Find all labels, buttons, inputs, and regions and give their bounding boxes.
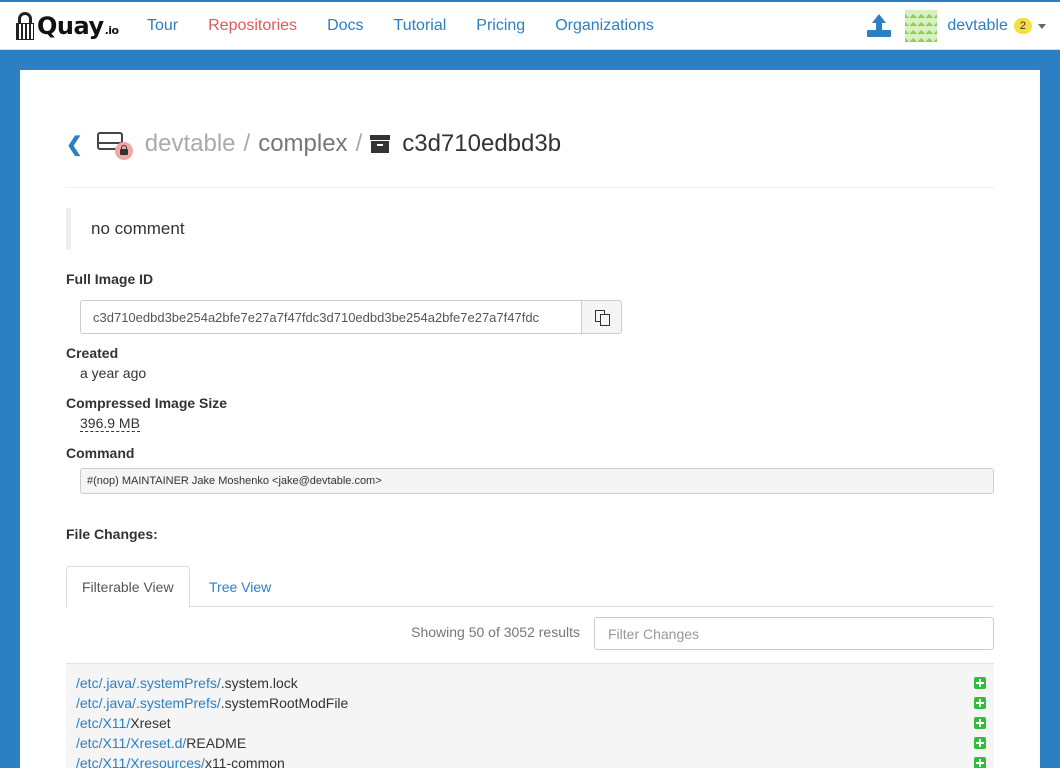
breadcrumb-repository[interactable]: complex xyxy=(258,130,347,158)
list-item: / etc / .java / .systemPrefs / .systemRootModFi… xyxy=(76,693,986,713)
path-segment[interactable]: .systemPrefs xyxy=(136,695,217,711)
username-link[interactable]: devtable xyxy=(947,17,1008,35)
path-segment[interactable]: .java xyxy=(102,695,132,711)
nav-organizations[interactable]: Organizations xyxy=(540,17,669,35)
full-image-id-label: Full Image ID xyxy=(66,271,154,287)
path-segment[interactable]: X11 xyxy=(102,735,126,751)
chevron-down-icon[interactable] xyxy=(1038,23,1046,29)
header-divider xyxy=(66,187,994,188)
path-segment[interactable]: etc xyxy=(80,735,99,751)
plus-square-icon xyxy=(974,737,986,749)
command-label: Command xyxy=(66,445,135,461)
view-tabs: Filterable View Tree View xyxy=(66,566,994,608)
path-leaf: .systemRootModFile xyxy=(220,695,349,711)
private-repo-icon xyxy=(96,128,133,160)
plus-square-icon xyxy=(974,717,986,729)
full-image-id-group: c3d710edbd3be254a2bfe7e27a7f47fdc3d710ed… xyxy=(80,300,622,334)
list-item: / etc / .java / .systemPrefs / .system.lock xyxy=(76,673,986,693)
nav-repositories[interactable]: Repositories xyxy=(193,17,312,35)
path-segment[interactable]: X11 xyxy=(102,715,126,731)
list-item: / etc / X11/Xresources / x11-common xyxy=(76,753,986,768)
path-segment[interactable]: Xreset.d xyxy=(130,735,182,751)
page-title: c3d710edbd3b xyxy=(402,130,562,157)
breadcrumb-separator: / xyxy=(355,130,363,157)
plus-square-icon xyxy=(974,697,986,709)
path-segment[interactable]: .systemPrefs xyxy=(136,675,217,691)
quay-logo[interactable]: Quay.io xyxy=(16,8,119,44)
path-segment[interactable]: etc xyxy=(80,755,99,768)
results-count: Showing 50 of 3052 results xyxy=(411,624,580,640)
nav-tutorial[interactable]: Tutorial xyxy=(379,17,462,35)
path-segment[interactable]: .java xyxy=(102,675,132,691)
user-area: devtable 2 xyxy=(867,2,1046,50)
path-segment[interactable]: etc xyxy=(80,695,99,711)
file-changes-list: / etc / .java / .systemPrefs / .system.lock / etc… xyxy=(66,663,994,768)
full-image-id-field[interactable]: c3d710edbd3be254a2bfe7e27a7f47fdc3d710ed… xyxy=(80,300,582,334)
top-navbar: Quay.io Tour Repositories Docs Tutorial Pric… xyxy=(0,0,1060,50)
brand-name: Quay.io xyxy=(37,12,119,40)
tab-tree-view[interactable]: Tree View xyxy=(194,566,286,607)
created-value: a year ago xyxy=(80,365,147,381)
path-segment[interactable]: Xresources xyxy=(130,755,201,768)
chevron-left-icon[interactable]: ❮ xyxy=(66,132,83,157)
path-leaf: x11-common xyxy=(204,755,285,768)
main-nav: Tour Repositories Docs Tutorial Pricing Organ… xyxy=(132,2,669,50)
path-leaf: README xyxy=(186,735,247,751)
copy-icon xyxy=(594,310,610,326)
created-label: Created xyxy=(66,345,119,361)
path-segment[interactable]: etc xyxy=(80,715,99,731)
nav-tour[interactable]: Tour xyxy=(132,17,193,35)
nav-docs[interactable]: Docs xyxy=(312,17,378,35)
copy-button[interactable] xyxy=(582,300,622,334)
breadcrumb: ❮ devtable / complex / c3d710edbd3b xyxy=(66,126,561,162)
plus-square-icon xyxy=(974,677,986,689)
breadcrumb-separator: / xyxy=(243,130,251,157)
list-item: / etc / X11/Xreset xyxy=(76,713,986,733)
size-value: 396.9 MB xyxy=(80,415,140,432)
breadcrumb-namespace[interactable]: devtable xyxy=(145,130,236,158)
path-leaf: .system.lock xyxy=(220,675,298,691)
path-segment[interactable]: X11 xyxy=(102,755,126,768)
size-label: Compressed Image Size xyxy=(66,395,228,411)
command-value[interactable]: #(nop) MAINTAINER Jake Moshenko <jake@de… xyxy=(80,468,994,494)
image-view-panel: ❮ devtable / complex / c3d710edbd3b no c… xyxy=(20,70,1040,768)
path-segment[interactable]: etc xyxy=(80,675,99,691)
padlock-logo-icon xyxy=(16,12,34,40)
avatar[interactable] xyxy=(905,10,938,42)
archive-icon xyxy=(370,135,391,153)
list-item: / etc / X11/Xreset.d / README xyxy=(76,733,986,753)
image-comment: no comment xyxy=(66,208,994,250)
upload-icon[interactable] xyxy=(867,14,892,38)
file-changes-label: File Changes: xyxy=(66,526,158,542)
nav-pricing[interactable]: Pricing xyxy=(461,17,540,35)
notification-badge[interactable]: 2 xyxy=(1013,18,1032,34)
path-leaf: Xreset xyxy=(130,715,171,731)
plus-square-icon xyxy=(974,757,986,768)
filter-changes-input[interactable]: Filter Changes xyxy=(594,617,994,650)
tab-filterable-view[interactable]: Filterable View xyxy=(66,566,190,608)
